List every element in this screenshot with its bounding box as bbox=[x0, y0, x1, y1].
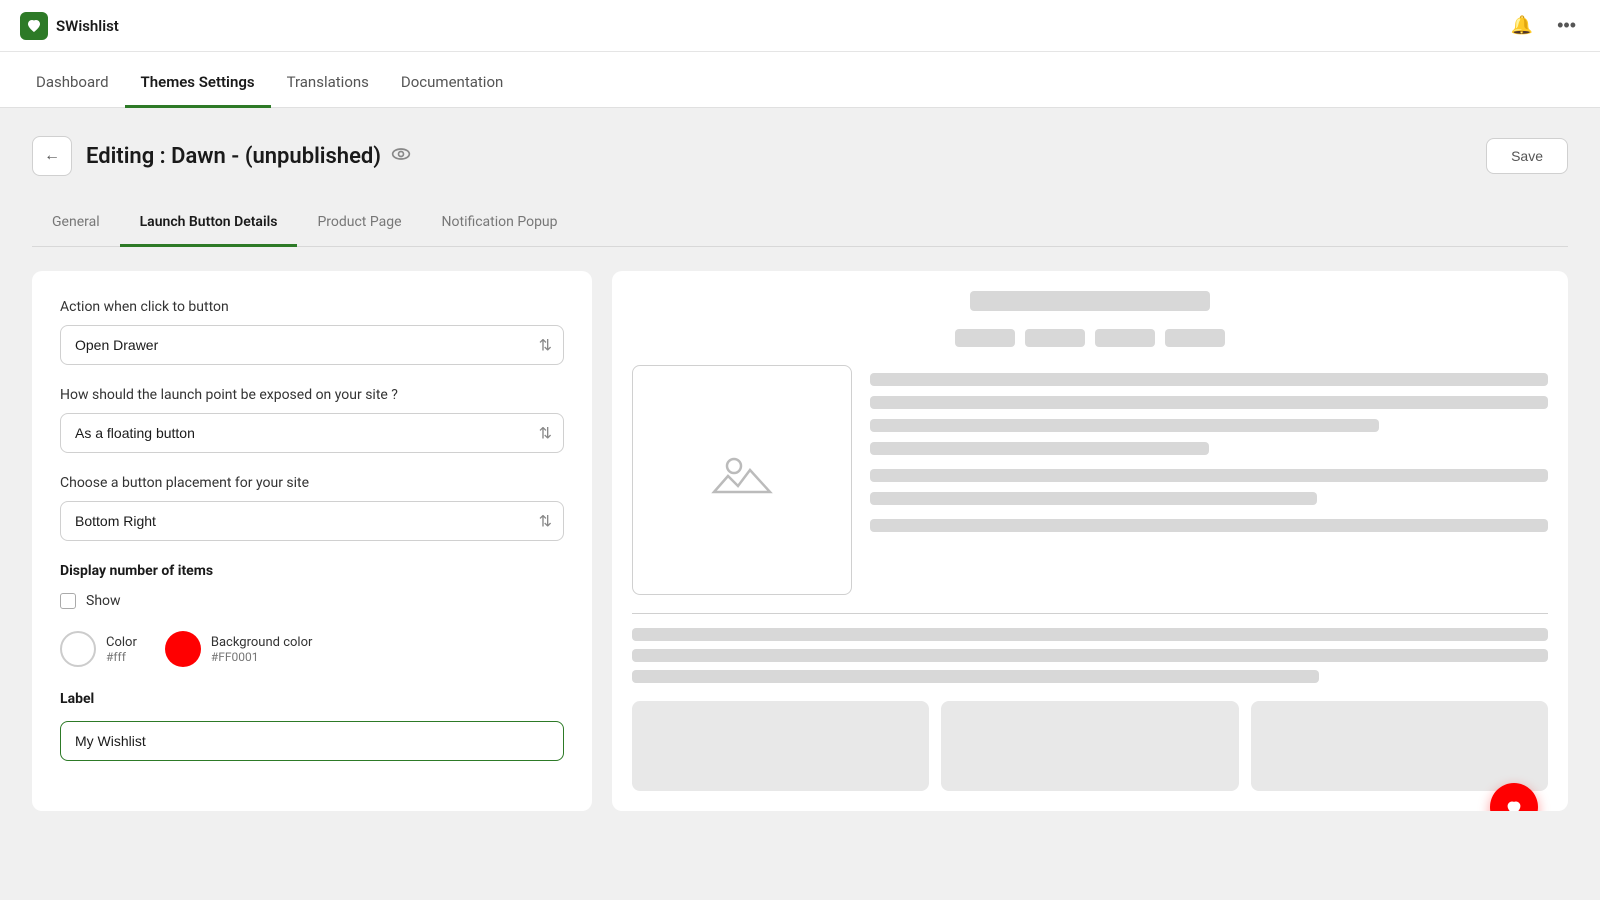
placement-section: Choose a button placement for your site … bbox=[60, 475, 564, 541]
preview-long-line-1 bbox=[632, 628, 1548, 641]
placement-select-wrapper: Bottom Right Bottom Left Top Right Top L… bbox=[60, 501, 564, 541]
label-section: Label bbox=[60, 691, 564, 761]
sub-tab-notification-popup[interactable]: Notification Popup bbox=[422, 204, 578, 247]
preview-nav-1 bbox=[955, 329, 1015, 347]
preview-grid-2 bbox=[941, 701, 1238, 791]
action-select[interactable]: Open Drawer Open Page Open Modal bbox=[60, 325, 564, 365]
two-col-layout: Action when click to button Open Drawer … bbox=[32, 271, 1568, 811]
app-name: SWishlist bbox=[56, 17, 119, 35]
color-item-bg: Background color #FF0001 bbox=[165, 631, 313, 667]
nav-tab-documentation[interactable]: Documentation bbox=[385, 73, 519, 108]
color-info-fg: Color #fff bbox=[106, 635, 137, 664]
main-nav: Dashboard Themes Settings Translations D… bbox=[0, 52, 1600, 108]
label-title: Label bbox=[60, 691, 564, 707]
sub-tabs: General Launch Button Details Product Pa… bbox=[32, 204, 1568, 247]
back-button[interactable]: ← bbox=[32, 136, 72, 176]
action-section: Action when click to button Open Drawer … bbox=[60, 299, 564, 365]
expose-section: How should the launch point be exposed o… bbox=[60, 387, 564, 453]
color-info-bg: Background color #FF0001 bbox=[211, 635, 313, 664]
right-panel bbox=[612, 271, 1568, 811]
bell-icon: 🔔 bbox=[1511, 15, 1533, 35]
preview-header-skeleton bbox=[970, 291, 1210, 311]
preview-line-5 bbox=[870, 469, 1548, 482]
logo-icon bbox=[20, 12, 48, 40]
page-title: Editing : Dawn - (unpublished) bbox=[86, 144, 411, 169]
preview-nav-3 bbox=[1095, 329, 1155, 347]
app-logo: SWishlist bbox=[20, 12, 119, 40]
save-button[interactable]: Save bbox=[1486, 138, 1568, 174]
placement-label: Choose a button placement for your site bbox=[60, 475, 564, 491]
preview-line-2 bbox=[870, 396, 1548, 409]
preview-long-line-2 bbox=[632, 649, 1548, 662]
color-swatch-fg[interactable] bbox=[60, 631, 96, 667]
preview-content bbox=[632, 291, 1548, 791]
color-name-fg: Color bbox=[106, 635, 137, 650]
preview-nav-2 bbox=[1025, 329, 1085, 347]
expose-label: How should the launch point be exposed o… bbox=[60, 387, 564, 403]
header-row: ← Editing : Dawn - (unpublished) Save bbox=[32, 136, 1568, 176]
nav-tab-translations[interactable]: Translations bbox=[271, 73, 385, 108]
back-icon: ← bbox=[44, 147, 60, 165]
color-row: Color #fff Background color #FF0001 bbox=[60, 631, 564, 667]
preview-line-4 bbox=[870, 442, 1209, 455]
preview-bottom-grid bbox=[632, 701, 1548, 791]
label-input[interactable] bbox=[60, 721, 564, 761]
preview-line-6 bbox=[870, 492, 1317, 505]
nav-tab-themes-settings[interactable]: Themes Settings bbox=[125, 73, 271, 108]
preview-line-3 bbox=[870, 419, 1379, 432]
topbar: SWishlist 🔔 ••• bbox=[0, 0, 1600, 52]
color-hex-fg: #fff bbox=[106, 650, 137, 664]
sub-tab-product-page[interactable]: Product Page bbox=[297, 204, 421, 247]
preview-grid-1 bbox=[632, 701, 929, 791]
display-number-section: Display number of items Show bbox=[60, 563, 564, 609]
preview-nav-skeleton bbox=[632, 329, 1548, 347]
action-select-wrapper: Open Drawer Open Page Open Modal ⇅ bbox=[60, 325, 564, 365]
color-hex-bg: #FF0001 bbox=[211, 650, 313, 664]
expose-select[interactable]: As a floating button In navigation bar C… bbox=[60, 413, 564, 453]
placement-select[interactable]: Bottom Right Bottom Left Top Right Top L… bbox=[60, 501, 564, 541]
show-checkbox-row: Show bbox=[60, 593, 564, 609]
left-panel: Action when click to button Open Drawer … bbox=[32, 271, 592, 811]
show-label: Show bbox=[86, 593, 121, 609]
preview-long-line-3 bbox=[632, 670, 1319, 683]
color-item-fg: Color #fff bbox=[60, 631, 137, 667]
color-name-bg: Background color bbox=[211, 635, 313, 650]
preview-inner bbox=[632, 291, 1548, 791]
sub-tab-general[interactable]: General bbox=[32, 204, 120, 247]
more-button[interactable]: ••• bbox=[1553, 11, 1580, 40]
preview-grid-3 bbox=[1251, 701, 1548, 791]
display-number-title: Display number of items bbox=[60, 563, 564, 579]
preview-line-7 bbox=[870, 519, 1548, 532]
image-placeholder-icon bbox=[710, 442, 774, 518]
main-content: ← Editing : Dawn - (unpublished) Save Ge… bbox=[0, 108, 1600, 900]
expose-select-wrapper: As a floating button In navigation bar C… bbox=[60, 413, 564, 453]
color-swatch-bg[interactable] bbox=[165, 631, 201, 667]
topbar-right: 🔔 ••• bbox=[1507, 11, 1580, 40]
more-icon: ••• bbox=[1557, 15, 1576, 35]
preview-line-1 bbox=[870, 373, 1548, 386]
eye-icon[interactable] bbox=[391, 144, 411, 169]
nav-tab-dashboard[interactable]: Dashboard bbox=[20, 73, 125, 108]
preview-product-image bbox=[632, 365, 852, 595]
preview-product-row bbox=[632, 365, 1548, 595]
preview-divider-1 bbox=[632, 613, 1548, 614]
preview-nav-4 bbox=[1165, 329, 1225, 347]
preview-text-lines bbox=[870, 365, 1548, 595]
bell-button[interactable]: 🔔 bbox=[1507, 11, 1537, 40]
action-label: Action when click to button bbox=[60, 299, 564, 315]
show-checkbox[interactable] bbox=[60, 593, 76, 609]
sub-tab-launch-button-details[interactable]: Launch Button Details bbox=[120, 204, 298, 247]
